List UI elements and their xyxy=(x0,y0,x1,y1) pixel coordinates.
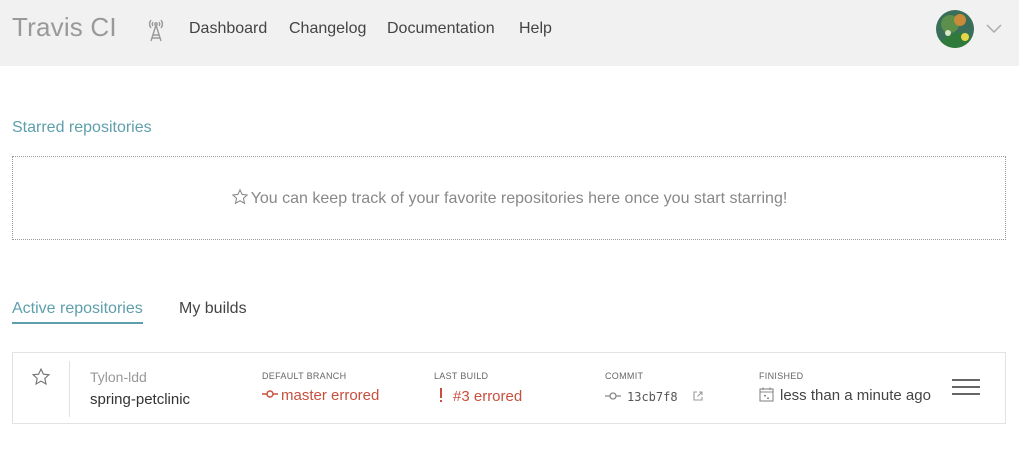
nav-changelog[interactable]: Changelog xyxy=(289,20,366,38)
branch-commit-icon xyxy=(262,390,278,398)
default-branch-label: DEFAULT BRANCH xyxy=(262,371,347,381)
starred-empty-panel: You can keep track of your favorite repo… xyxy=(12,156,1006,240)
calendar-icon xyxy=(759,387,774,402)
commit-hash: 13cb7f8 xyxy=(627,390,678,404)
travis-logo[interactable]: Travis CI xyxy=(12,12,117,43)
star-outline-icon xyxy=(231,188,249,205)
last-build-value: #3 errored xyxy=(453,388,523,405)
starred-repositories-title: Starred repositories xyxy=(12,119,152,136)
finished-status: less than a minute ago xyxy=(759,387,931,404)
commit-link[interactable]: 13cb7f8 xyxy=(605,390,703,404)
tab-my-builds[interactable]: My builds xyxy=(179,300,247,322)
commit-label: COMMIT xyxy=(605,371,644,381)
last-build-status[interactable]: #3 errored xyxy=(437,387,522,405)
star-toggle-icon[interactable] xyxy=(31,367,51,387)
finished-label: FINISHED xyxy=(759,371,804,381)
error-exclamation-icon xyxy=(440,388,442,402)
chevron-down-icon[interactable] xyxy=(986,22,1002,34)
external-link-icon[interactable] xyxy=(693,391,703,401)
repo-owner: Tylon-ldd xyxy=(90,369,147,385)
tab-active-repositories[interactable]: Active repositories xyxy=(12,300,143,324)
hamburger-menu-icon[interactable] xyxy=(952,379,980,397)
broadcast-tower-icon[interactable] xyxy=(146,16,166,42)
top-bar: Travis CI Dashboard Changelog Documentat… xyxy=(0,0,1019,66)
row-divider xyxy=(69,361,70,417)
commit-icon xyxy=(605,392,621,400)
user-avatar[interactable] xyxy=(936,10,974,48)
nav-documentation[interactable]: Documentation xyxy=(387,20,495,38)
nav-dashboard[interactable]: Dashboard xyxy=(189,20,267,38)
repository-row: Tylon-ldd spring-petclinic DEFAULT BRANC… xyxy=(12,352,1006,424)
finished-value: less than a minute ago xyxy=(780,387,931,404)
last-build-label: LAST BUILD xyxy=(434,371,489,381)
nav-help[interactable]: Help xyxy=(519,20,552,38)
repo-name-link[interactable]: spring-petclinic xyxy=(90,391,190,408)
starred-empty-message: You can keep track of your favorite repo… xyxy=(250,190,788,207)
default-branch-value: master errored xyxy=(281,387,380,404)
default-branch-status[interactable]: master errored xyxy=(262,387,379,404)
